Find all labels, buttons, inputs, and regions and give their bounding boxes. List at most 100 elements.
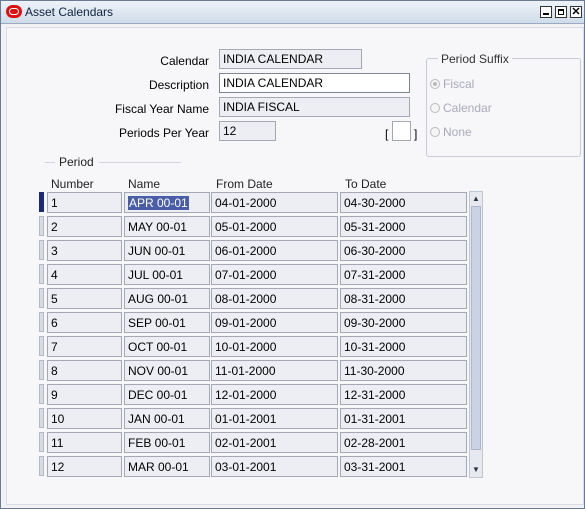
oracle-logo-icon bbox=[6, 5, 22, 18]
bracket-right: ] bbox=[414, 127, 418, 141]
period-number-cell[interactable]: 11 bbox=[47, 432, 122, 453]
period-number-cell[interactable]: 6 bbox=[47, 312, 122, 333]
period-to-cell[interactable]: 11-30-2000 bbox=[340, 360, 467, 381]
period-from-cell[interactable]: 09-01-2000 bbox=[211, 312, 338, 333]
column-header-to-date: To Date bbox=[345, 177, 387, 191]
scroll-up-icon[interactable]: ▲ bbox=[470, 192, 482, 206]
record-indicator[interactable] bbox=[39, 432, 44, 452]
column-header-from-date: From Date bbox=[216, 177, 273, 191]
period-rule-right bbox=[99, 162, 181, 163]
period-name-cell[interactable]: APR 00-01 bbox=[124, 192, 210, 213]
period-name-cell[interactable]: JAN 00-01 bbox=[124, 408, 210, 429]
period-number-cell[interactable]: 7 bbox=[47, 336, 122, 357]
bracket-left: [ bbox=[385, 127, 389, 141]
period-number-cell[interactable]: 10 bbox=[47, 408, 122, 429]
radio-fiscal-label: Fiscal bbox=[443, 77, 475, 91]
radio-calendar-label: Calendar bbox=[443, 101, 492, 115]
period-name-cell[interactable]: OCT 00-01 bbox=[124, 336, 210, 357]
period-from-cell[interactable]: 03-01-2001 bbox=[211, 456, 338, 477]
record-indicator[interactable] bbox=[39, 216, 44, 236]
period-from-cell[interactable]: 10-01-2000 bbox=[211, 336, 338, 357]
period-section-title: Period bbox=[59, 155, 94, 169]
period-name-cell[interactable]: AUG 00-01 bbox=[124, 288, 210, 309]
period-to-cell[interactable]: 02-28-2001 bbox=[340, 432, 467, 453]
period-to-cell[interactable]: 05-31-2000 bbox=[340, 216, 467, 237]
radio-none[interactable]: None bbox=[430, 125, 472, 139]
title-bar[interactable]: Asset Calendars ✕ bbox=[1, 1, 584, 24]
period-to-cell[interactable]: 04-30-2000 bbox=[340, 192, 467, 213]
description-field[interactable]: INDIA CALENDAR bbox=[219, 73, 410, 93]
period-from-cell[interactable]: 07-01-2000 bbox=[211, 264, 338, 285]
period-to-cell[interactable]: 09-30-2000 bbox=[340, 312, 467, 333]
period-rule-left bbox=[45, 162, 55, 163]
record-indicator[interactable] bbox=[39, 288, 44, 308]
period-number-cell[interactable]: 2 bbox=[47, 216, 122, 237]
selected-text: APR 00-01 bbox=[128, 196, 189, 210]
radio-selected-icon bbox=[430, 79, 440, 89]
maximize-button[interactable] bbox=[555, 6, 567, 18]
period-to-cell[interactable]: 01-31-2001 bbox=[340, 408, 467, 429]
descriptive-flexfield[interactable] bbox=[392, 121, 411, 141]
calendar-label: Calendar bbox=[160, 54, 209, 68]
period-name-cell[interactable]: SEP 00-01 bbox=[124, 312, 210, 333]
current-record-indicator[interactable] bbox=[39, 192, 44, 212]
column-header-number: Number bbox=[51, 177, 94, 191]
asset-calendars-window: Asset Calendars ✕ Calendar INDIA CALENDA… bbox=[0, 0, 585, 509]
period-number-cell[interactable]: 9 bbox=[47, 384, 122, 405]
period-name-cell[interactable]: JUN 00-01 bbox=[124, 240, 210, 261]
period-to-cell[interactable]: 06-30-2000 bbox=[340, 240, 467, 261]
period-from-cell[interactable]: 01-01-2001 bbox=[211, 408, 338, 429]
scroll-down-icon[interactable]: ▼ bbox=[470, 463, 482, 477]
period-number-cell[interactable]: 5 bbox=[47, 288, 122, 309]
period-name-cell[interactable]: JUL 00-01 bbox=[124, 264, 210, 285]
period-from-cell[interactable]: 02-01-2001 bbox=[211, 432, 338, 453]
period-to-cell[interactable]: 07-31-2000 bbox=[340, 264, 467, 285]
record-indicator[interactable] bbox=[39, 336, 44, 356]
radio-unselected-icon bbox=[430, 127, 440, 137]
period-to-cell[interactable]: 08-31-2000 bbox=[340, 288, 467, 309]
period-name-cell[interactable]: FEB 00-01 bbox=[124, 432, 210, 453]
minimize-button[interactable] bbox=[540, 6, 552, 18]
record-indicator[interactable] bbox=[39, 456, 44, 476]
period-number-cell[interactable]: 12 bbox=[47, 456, 122, 477]
radio-none-label: None bbox=[443, 125, 472, 139]
vertical-scrollbar[interactable]: ▲ ▼ bbox=[469, 191, 483, 478]
period-from-cell[interactable]: 12-01-2000 bbox=[211, 384, 338, 405]
period-number-cell[interactable]: 4 bbox=[47, 264, 122, 285]
record-indicator[interactable] bbox=[39, 408, 44, 428]
period-to-cell[interactable]: 12-31-2000 bbox=[340, 384, 467, 405]
record-indicator[interactable] bbox=[39, 312, 44, 332]
description-label: Description bbox=[148, 78, 209, 92]
periods-per-year-label: Periods Per Year bbox=[118, 126, 209, 140]
radio-calendar[interactable]: Calendar bbox=[430, 101, 492, 115]
scroll-thumb[interactable] bbox=[471, 206, 481, 450]
period-to-cell[interactable]: 03-31-2001 bbox=[340, 456, 467, 477]
period-from-cell[interactable]: 06-01-2000 bbox=[211, 240, 338, 261]
record-indicator[interactable] bbox=[39, 240, 44, 260]
periods-per-year-field[interactable]: 12 bbox=[219, 121, 276, 141]
period-name-cell[interactable]: NOV 00-01 bbox=[124, 360, 210, 381]
radio-fiscal[interactable]: Fiscal bbox=[430, 77, 474, 91]
record-indicator[interactable] bbox=[39, 384, 44, 404]
period-number-cell[interactable]: 3 bbox=[47, 240, 122, 261]
period-suffix-title: Period Suffix bbox=[438, 52, 512, 66]
fiscal-year-name-label: Fiscal Year Name bbox=[114, 102, 209, 116]
window-title: Asset Calendars bbox=[25, 5, 114, 19]
period-number-cell[interactable]: 1 bbox=[47, 192, 122, 213]
period-number-cell[interactable]: 8 bbox=[47, 360, 122, 381]
calendar-field[interactable]: INDIA CALENDAR bbox=[219, 49, 362, 69]
period-name-cell[interactable]: DEC 00-01 bbox=[124, 384, 210, 405]
record-indicator[interactable] bbox=[39, 360, 44, 380]
fiscal-year-name-field[interactable]: INDIA FISCAL bbox=[219, 97, 410, 117]
period-from-cell[interactable]: 11-01-2000 bbox=[211, 360, 338, 381]
record-indicator[interactable] bbox=[39, 264, 44, 284]
period-from-cell[interactable]: 04-01-2000 bbox=[211, 192, 338, 213]
period-from-cell[interactable]: 05-01-2000 bbox=[211, 216, 338, 237]
period-name-cell[interactable]: MAY 00-01 bbox=[124, 216, 210, 237]
column-header-name: Name bbox=[128, 177, 161, 191]
close-button[interactable]: ✕ bbox=[570, 6, 582, 18]
period-to-cell[interactable]: 10-31-2000 bbox=[340, 336, 467, 357]
radio-unselected-icon bbox=[430, 103, 440, 113]
period-name-cell[interactable]: MAR 00-01 bbox=[124, 456, 210, 477]
period-from-cell[interactable]: 08-01-2000 bbox=[211, 288, 338, 309]
